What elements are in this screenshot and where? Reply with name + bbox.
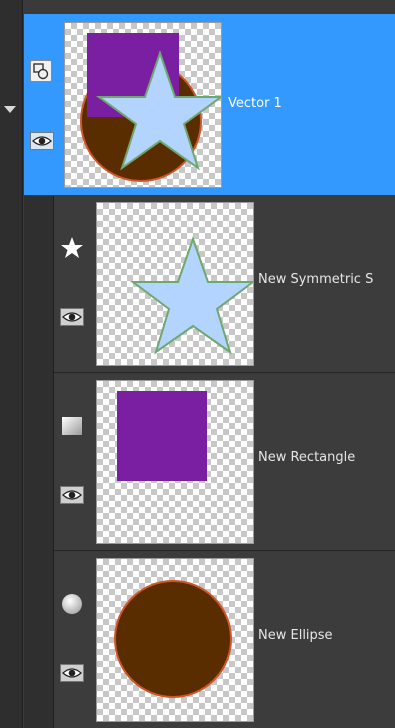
layer-name[interactable]: New Ellipse — [258, 628, 333, 643]
visibility-eye-icon[interactable] — [60, 664, 84, 682]
layers-panel: Vector 1 New Symmetric S New Rectangle N… — [0, 0, 395, 728]
layer-thumbnail — [96, 202, 254, 366]
layer-thumbnail — [96, 558, 254, 722]
vector-layer-icon[interactable] — [30, 60, 52, 82]
ellipse-shape-icon — [60, 592, 84, 616]
star-shape-icon — [60, 236, 84, 260]
layer-row-vector-group[interactable]: Vector 1 — [24, 14, 395, 195]
visibility-eye-icon[interactable] — [30, 132, 54, 150]
layers-left-rail — [0, 0, 23, 728]
layer-row-ellipse[interactable]: New Ellipse — [54, 552, 395, 728]
group-indent-rail — [24, 196, 54, 728]
layer-row-rectangle[interactable]: New Rectangle — [54, 374, 395, 551]
layer-name[interactable]: Vector 1 — [228, 96, 282, 111]
layer-row-symmetric-shape[interactable]: New Symmetric S — [54, 196, 395, 373]
layer-thumbnail — [96, 380, 254, 544]
panel-top-strip — [0, 0, 395, 14]
layer-thumbnail — [64, 22, 222, 188]
layer-name[interactable]: New Rectangle — [258, 450, 355, 465]
layer-name[interactable]: New Symmetric S — [258, 272, 373, 287]
visibility-eye-icon[interactable] — [60, 308, 84, 326]
collapse-group-triangle-icon[interactable] — [4, 106, 16, 113]
visibility-eye-icon[interactable] — [60, 486, 84, 504]
rectangle-shape-icon — [60, 414, 84, 438]
